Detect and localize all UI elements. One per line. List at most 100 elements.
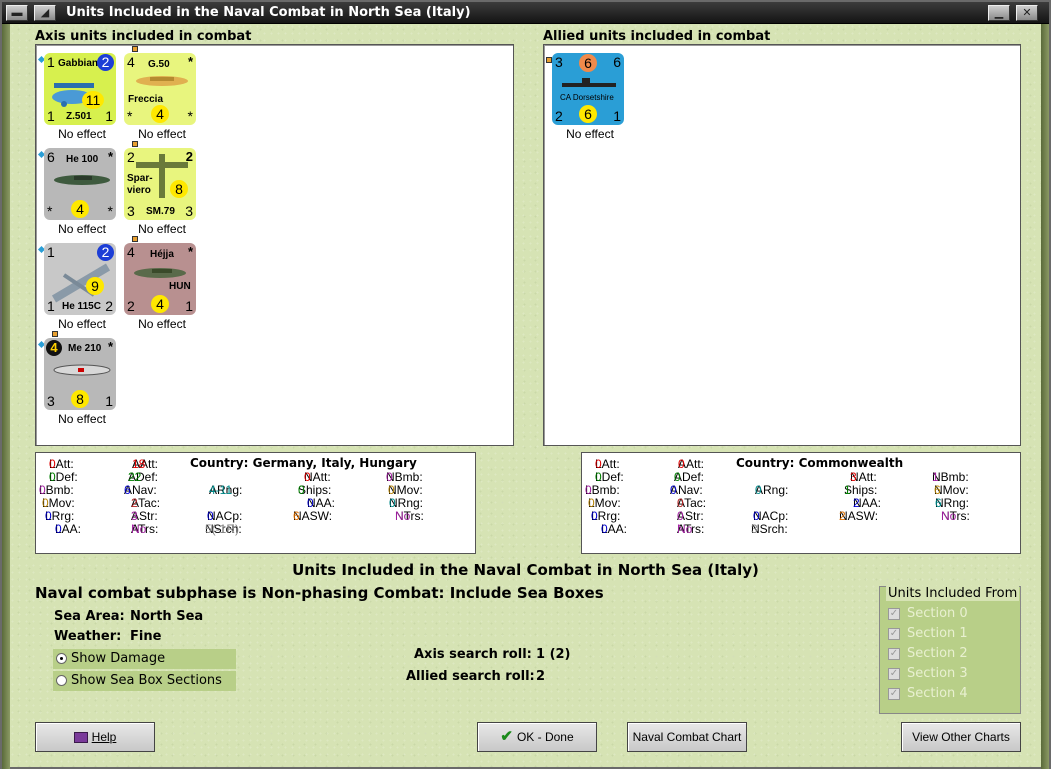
unit-stat: 2 <box>555 108 563 124</box>
stat-value: 6 <box>934 483 941 497</box>
stat-value: 1 <box>932 470 939 484</box>
restore-button[interactable]: ◢ <box>34 5 56 21</box>
unit-stat: * <box>107 339 113 354</box>
axis-search-roll-label: Axis search roll: <box>414 647 532 662</box>
axis-unit-he100[interactable]: 6 He 100 * * 4 * No effect <box>36 140 126 236</box>
stat-value: 0 <box>585 483 592 497</box>
subphase-text: Naval combat subphase is Non-phasing Com… <box>35 584 604 602</box>
allied-units-panel: 3 6 6 CA Dorsetshire 2 6 1 No effect <box>543 44 1021 446</box>
unit-stat: 1 <box>613 108 621 124</box>
unit-stat: 1 <box>47 108 55 124</box>
unit-effect: No effect <box>566 127 614 141</box>
system-menu-button[interactable]: ▬ <box>6 5 28 21</box>
stat-value: 0 <box>49 457 56 471</box>
axis-units-title: Axis units included in combat <box>35 29 252 44</box>
unit-stat: 6 <box>47 149 55 165</box>
unit-effect: No effect <box>138 127 186 141</box>
unit-stat: 1 <box>185 298 193 314</box>
checkbox-label: Section 0 <box>907 606 968 621</box>
naval-combat-chart-button[interactable]: Naval Combat Chart <box>627 722 747 752</box>
unit-stat: 6 <box>613 54 621 70</box>
stat-value: 0 <box>389 496 396 510</box>
country-label: Country: Germany, Italy, Hungary <box>190 456 417 470</box>
radio-label: Show Damage <box>71 651 166 666</box>
unit-name: Freccia <box>128 94 164 105</box>
allied-unit-dorsetshire[interactable]: 3 6 6 CA Dorsetshire 2 6 1 No effect <box>544 45 634 141</box>
axis-unit-me210[interactable]: 4 Me 210 * 3 8 1 No effect <box>36 330 126 426</box>
unit-counter: 3 6 6 CA Dorsetshire 2 6 1 <box>552 53 624 125</box>
unit-value: 4 <box>151 105 169 123</box>
unit-type: SM.79 <box>146 206 175 217</box>
stat-value: No <box>941 509 957 523</box>
weather-label: Weather: <box>54 629 122 644</box>
stat-value: 0 <box>753 509 760 523</box>
stat-value: 0 <box>388 483 395 497</box>
unit-stat: * <box>127 108 133 124</box>
stat-value: 6 <box>124 483 131 497</box>
unit-marker <box>132 141 138 147</box>
unit-name: Me 210 <box>68 343 102 354</box>
title-bar: ▬ ◢ Units Included in the Naval Combat i… <box>2 2 1049 24</box>
unit-stat: * <box>107 149 113 164</box>
help-button[interactable]: Help <box>35 722 155 752</box>
unit-value: 4 <box>151 295 169 313</box>
unit-value: 4 <box>71 200 89 218</box>
unit-stat: 1 <box>47 298 55 314</box>
checkbox-label: Section 4 <box>907 686 968 701</box>
checkbox-icon: ✓ <box>888 688 900 700</box>
unit-value: 11 <box>82 91 104 109</box>
close-icon[interactable]: ✕ <box>1016 5 1038 21</box>
unit-counter: 6 He 100 * * 4 * <box>44 148 116 220</box>
cruiser-icon <box>562 78 616 87</box>
combat-heading: Units Included in the Naval Combat in No… <box>292 561 759 579</box>
country-label: Country: Commonwealth <box>736 456 904 470</box>
checkbox-icon: ✓ <box>888 608 900 620</box>
units-included-from-group: Units Included From ✓ Section 0 ✓ Section … <box>879 586 1021 714</box>
stat-value: 0 <box>386 470 393 484</box>
stat-value: 18 <box>132 457 146 471</box>
group-legend: Units Included From <box>886 586 1020 601</box>
sea-area-value: North Sea <box>130 609 204 624</box>
view-other-charts-button[interactable]: View Other Charts <box>901 722 1021 752</box>
unit-stat: * <box>47 203 53 219</box>
axis-unit-he115c[interactable]: 1 2 9 1 He 115C 2 No effect <box>36 235 126 331</box>
axis-unit-sm79[interactable]: 2 2 Spar- viero 8 3 SM.79 3 No effect <box>116 140 206 236</box>
axis-unit-hejja[interactable]: 4 Héjja * HUN 2 4 1 No effect <box>116 235 206 331</box>
stat-value: 0 <box>304 470 311 484</box>
weather-value: Fine <box>130 629 162 644</box>
stat-value: 0 <box>207 509 214 523</box>
show-damage-radio[interactable]: Show Damage <box>53 649 236 669</box>
stat-value: 0 <box>307 496 314 510</box>
stat-value: 0 <box>49 470 56 484</box>
checkmark-icon: ✔ <box>500 728 513 745</box>
unit-stat: 1 <box>105 393 113 409</box>
minimize-button[interactable]: ▁ <box>988 5 1010 21</box>
unit-name: CA Dorsetshire <box>560 93 614 102</box>
unit-counter: 1 Gabbiano 2 11 1 Z.501 1 <box>44 53 116 125</box>
unit-stat: 2 <box>127 298 135 314</box>
allied-units-title: Allied units included in combat <box>543 29 771 44</box>
stat-value: 2 <box>131 496 138 510</box>
show-sea-box-sections-radio[interactable]: Show Sea Box Sections <box>53 671 236 691</box>
unit-stat: 3 <box>555 54 563 70</box>
unit-badge: 2 <box>97 244 114 261</box>
dialog-window: ▬ ◢ Units Included in the Naval Combat i… <box>0 0 1051 769</box>
window-title: Units Included in the Naval Combat in No… <box>66 5 471 20</box>
button-label: Help <box>91 730 117 744</box>
stat-value: No <box>395 509 411 523</box>
stat-value: 0 <box>677 496 684 510</box>
checkbox-icon: ✓ <box>888 648 900 660</box>
unit-value: 9 <box>86 277 104 295</box>
radio-label: Show Sea Box Sections <box>71 673 222 688</box>
axis-unit-g50[interactable]: 4 G.50 * Freccia * 4 * No effect <box>116 45 206 141</box>
stat-value: 0 <box>601 522 608 536</box>
axis-unit-gabbiano[interactable]: 1 Gabbiano 2 11 1 Z.501 1 No effect <box>36 45 126 141</box>
unit-effect: No effect <box>58 317 106 331</box>
axis-units-panel: 1 Gabbiano 2 11 1 Z.501 1 No effect 4 G.… <box>35 44 514 446</box>
button-label: OK - Done <box>516 730 574 744</box>
stat-value: 0 <box>755 483 762 497</box>
unit-stat: * <box>107 203 113 219</box>
stat-value: 0 <box>678 457 685 471</box>
ok-done-button[interactable]: ✔ OK - Done <box>477 722 597 752</box>
radio-unselected-icon <box>56 675 67 686</box>
